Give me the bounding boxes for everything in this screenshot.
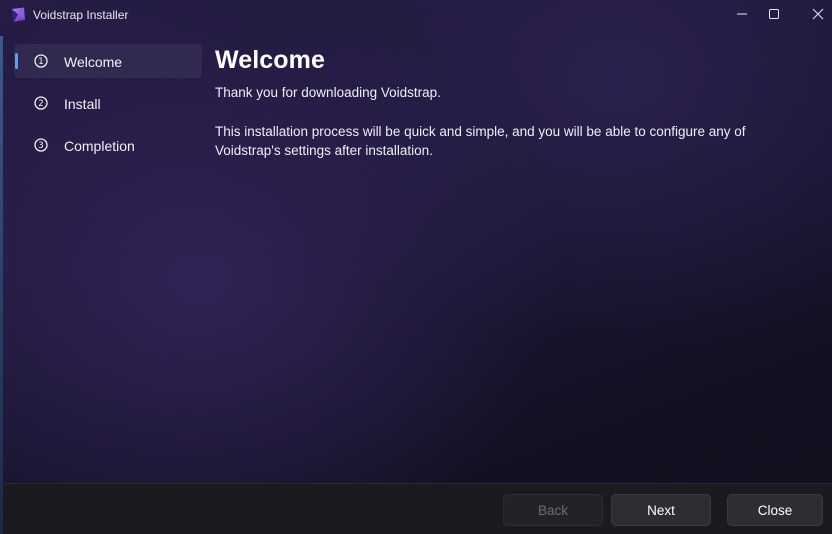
- close-button[interactable]: Close: [727, 494, 823, 526]
- svg-text:3: 3: [38, 141, 43, 151]
- window-edge: [0, 36, 3, 534]
- page-title: Welcome: [215, 46, 326, 74]
- back-button[interactable]: Back: [503, 494, 603, 526]
- sidebar-item-welcome[interactable]: 1 Welcome: [14, 44, 202, 78]
- svg-text:2: 2: [38, 99, 43, 109]
- close-window-button[interactable]: [796, 0, 832, 28]
- sidebar-item-label: Welcome: [64, 54, 123, 70]
- window-title: Voidstrap Installer: [33, 8, 129, 22]
- sidebar-item-install[interactable]: 2 Install: [14, 86, 202, 120]
- sidebar-item-label: Completion: [64, 138, 135, 154]
- minimize-icon: [737, 13, 747, 15]
- intro-text: Thank you for downloading Voidstrap.: [215, 85, 441, 100]
- svg-text:1: 1: [38, 57, 43, 67]
- maximize-icon: [769, 9, 779, 19]
- close-icon: [812, 8, 824, 20]
- sidebar-item-label: Install: [64, 96, 101, 112]
- active-indicator: [15, 53, 18, 69]
- step-three-icon: 3: [34, 138, 48, 152]
- step-two-icon: 2: [34, 96, 48, 110]
- next-button[interactable]: Next: [611, 494, 711, 526]
- maximize-button[interactable]: [752, 0, 796, 28]
- installer-window: Voidstrap Installer 1 Welcome 2 Install …: [0, 0, 832, 534]
- sidebar-item-completion[interactable]: 3 Completion: [14, 128, 202, 162]
- description-text: This installation process will be quick …: [215, 124, 746, 158]
- voidstrap-logo-icon: [12, 7, 25, 22]
- title-bar[interactable]: Voidstrap Installer: [0, 0, 832, 30]
- step-one-icon: 1: [34, 54, 48, 68]
